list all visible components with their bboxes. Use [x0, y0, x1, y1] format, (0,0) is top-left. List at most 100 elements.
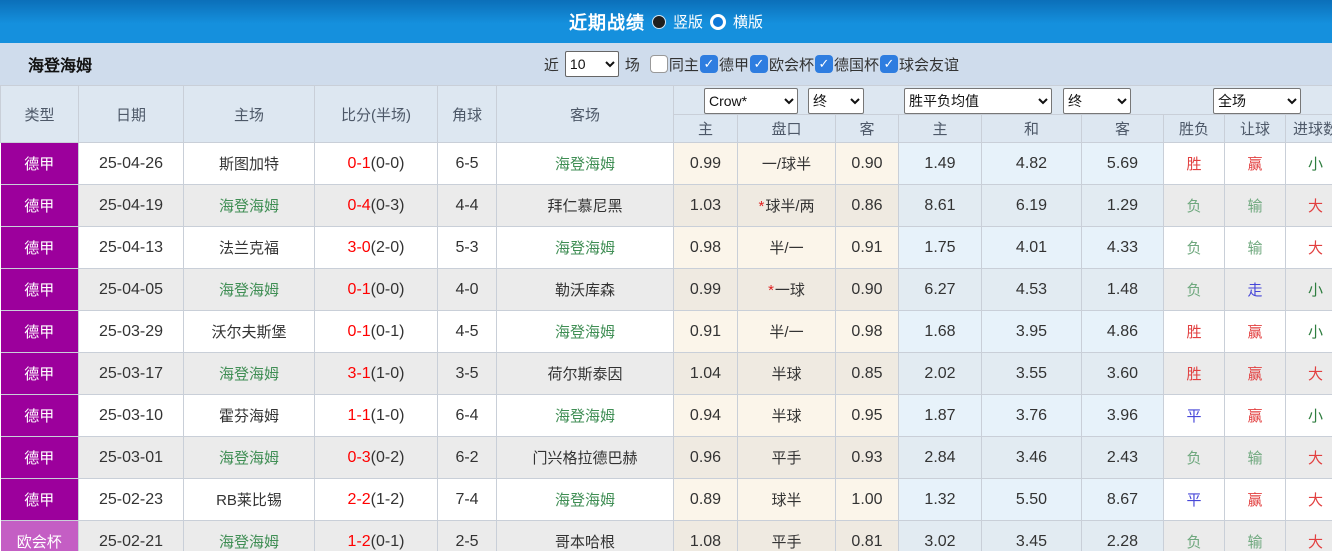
league-checkbox[interactable]: ✓: [749, 55, 768, 73]
subcol-avg-home: 主: [898, 114, 982, 143]
subcol-result-handicap: 让球: [1224, 114, 1286, 143]
subcol-handicap-line: 盘口: [737, 114, 836, 143]
result-outcome: 负: [1163, 226, 1225, 269]
handicap-line: 半/一: [737, 310, 836, 353]
result-goals: 大: [1284, 184, 1332, 227]
match-date: 25-03-17: [78, 352, 184, 395]
avg-away-odds: 1.29: [1081, 184, 1164, 227]
handicap-line: 半球: [737, 352, 836, 395]
result-outcome: 平: [1163, 478, 1225, 521]
corner-score: 7-4: [437, 478, 497, 521]
handicap-away-odds: 0.91: [835, 226, 899, 269]
half-time-score: (1-0): [370, 406, 405, 424]
same-home-checkbox[interactable]: [649, 55, 668, 73]
subcol-result-outcome: 胜负: [1163, 114, 1225, 143]
league-badge: 欧会杯: [0, 520, 79, 551]
home-team: 法兰克福: [183, 226, 315, 269]
subcol-avg-draw: 和: [981, 114, 1082, 143]
handicap-away-odds: 0.90: [835, 142, 899, 185]
avg-home-odds: 2.02: [898, 352, 982, 395]
corner-score: 4-5: [437, 310, 497, 353]
match-row: 德甲 25-04-13 法兰克福 3-0(2-0) 5-3 海登海姆 0.98 半/一 0.91…: [0, 226, 1332, 269]
results-table: 类型 日期 主场 比分(半场) 角球 客场 Crow* 终 胜平负均值 终 全场…: [0, 85, 1332, 551]
league-filter-label[interactable]: 德国杯: [833, 54, 880, 75]
league-filter-group: ✓ 德甲 ✓ 欧会杯 ✓ 德国杯 ✓ 球会友谊: [699, 54, 960, 75]
results-table-wrap: 类型 日期 主场 比分(半场) 角球 客场 Crow* 终 胜平负均值 终 全场…: [0, 85, 1332, 551]
full-time-score: 0-3: [347, 448, 371, 466]
score-cell: 1-1(1-0): [314, 394, 438, 437]
avg-home-odds: 8.61: [898, 184, 982, 227]
team-name: 海登海姆: [28, 58, 93, 75]
score-cell: 0-1(0-0): [314, 268, 438, 311]
result-outcome: 负: [1163, 436, 1225, 479]
radio-horizontal-layout[interactable]: [710, 13, 726, 30]
radio-vertical-label[interactable]: 竖版: [673, 11, 703, 32]
avg-away-odds: 5.69: [1081, 142, 1164, 185]
avg-away-odds: 3.96: [1081, 394, 1164, 437]
handicap-away-odds: 0.98: [835, 310, 899, 353]
handicap-away-odds: 0.85: [835, 352, 899, 395]
handicap-home-odds: 0.96: [673, 436, 738, 479]
radio-vertical-layout[interactable]: [651, 14, 666, 29]
odds-stage-select[interactable]: 终: [808, 87, 864, 114]
corner-score: 6-4: [437, 394, 497, 437]
avg-home-odds: 1.87: [898, 394, 982, 437]
league-badge: 德甲: [0, 352, 79, 395]
handicap-home-odds: 0.98: [673, 226, 738, 269]
score-cell: 3-0(2-0): [314, 226, 438, 269]
result-handicap: 输: [1224, 226, 1286, 269]
avg-draw-odds: 3.45: [981, 520, 1082, 551]
radio-horizontal-label[interactable]: 横版: [733, 11, 763, 32]
result-outcome: 负: [1163, 184, 1225, 227]
league-filter-label[interactable]: 欧会杯: [768, 54, 815, 75]
same-home-label[interactable]: 同主: [668, 54, 700, 75]
handicap-line: *球半/两: [737, 184, 836, 227]
odds-company-select[interactable]: Crow*: [704, 87, 798, 114]
league-checkbox[interactable]: ✓: [699, 55, 718, 73]
league-badge: 德甲: [0, 142, 79, 185]
handicap-away-odds: 0.95: [835, 394, 899, 437]
avg-stage-select[interactable]: 终: [1063, 87, 1131, 114]
score-cell: 0-3(0-2): [314, 436, 438, 479]
league-badge: 德甲: [0, 226, 79, 269]
avg-odds-select[interactable]: 胜平负均值: [904, 87, 1052, 114]
avg-home-odds: 1.75: [898, 226, 982, 269]
result-handicap: 赢: [1224, 310, 1286, 353]
league-filter-label[interactable]: 球会友谊: [898, 54, 960, 75]
handicap-away-odds: 1.00: [835, 478, 899, 521]
handicap-home-odds: 1.03: [673, 184, 738, 227]
corner-score: 6-5: [437, 142, 497, 185]
avg-draw-odds: 3.46: [981, 436, 1082, 479]
result-handicap: 赢: [1224, 394, 1286, 437]
handicap-home-odds: 0.99: [673, 142, 738, 185]
match-row: 德甲 25-04-19 海登海姆 0-4(0-3) 4-4 拜仁慕尼黑 1.03 *球半/两 0…: [0, 184, 1332, 227]
match-row: 德甲 25-03-17 海登海姆 3-1(1-0) 3-5 荷尔斯泰因 1.04 半球 0.85…: [0, 352, 1332, 395]
handicap-away-odds: 0.90: [835, 268, 899, 311]
home-team: 沃尔夫斯堡: [183, 310, 315, 353]
match-date: 25-03-01: [78, 436, 184, 479]
score-cell: 0-1(0-0): [314, 142, 438, 185]
col-header-date: 日期: [78, 85, 184, 143]
handicap-home-odds: 0.99: [673, 268, 738, 311]
half-time-score: (2-0): [370, 238, 405, 256]
score-cell: 3-1(1-0): [314, 352, 438, 395]
result-outcome: 胜: [1163, 310, 1225, 353]
full-time-score: 1-1: [347, 406, 371, 424]
avg-away-odds: 4.33: [1081, 226, 1164, 269]
recent-count-select[interactable]: 10: [564, 51, 619, 77]
league-filter-item: ✓ 德国杯: [814, 54, 880, 75]
result-outcome: 胜: [1163, 142, 1225, 185]
away-team: 海登海姆: [496, 394, 674, 437]
scope-select[interactable]: 全场: [1213, 87, 1301, 114]
away-team: 勒沃库森: [496, 268, 674, 311]
league-checkbox[interactable]: ✓: [879, 55, 898, 73]
league-checkbox[interactable]: ✓: [814, 55, 833, 73]
avg-draw-odds: 3.76: [981, 394, 1082, 437]
half-time-score: (0-1): [370, 532, 405, 550]
handicap-line: 平手: [737, 436, 836, 479]
league-filter-item: ✓ 球会友谊: [879, 54, 960, 75]
full-time-score: 0-1: [347, 322, 371, 340]
league-filter-label[interactable]: 德甲: [718, 54, 750, 75]
half-time-score: (1-0): [370, 364, 405, 382]
home-team: RB莱比锡: [183, 478, 315, 521]
